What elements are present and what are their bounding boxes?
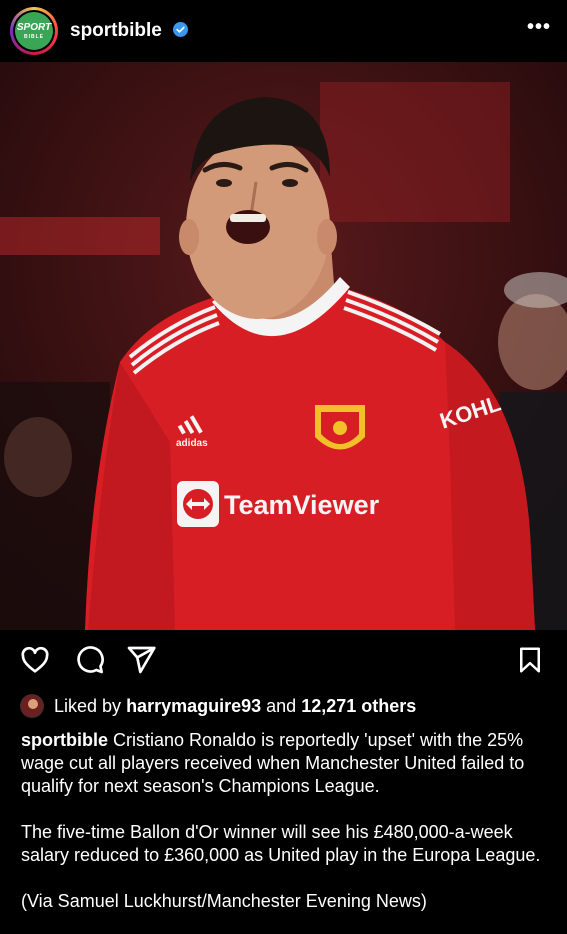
post-photo[interactable]: adidas TeamViewer KOHL bbox=[0, 62, 567, 630]
share-icon[interactable] bbox=[125, 644, 157, 676]
post-username[interactable]: sportbible bbox=[70, 20, 189, 42]
liker-avatar bbox=[20, 694, 44, 718]
post-actions bbox=[0, 640, 567, 684]
username-text: sportbible bbox=[70, 20, 162, 41]
club-crest bbox=[315, 405, 365, 450]
sportbible-logo: SPORT BIBLE bbox=[15, 12, 53, 50]
logo-text-top: SPORT bbox=[16, 21, 52, 33]
heart-icon[interactable] bbox=[19, 644, 51, 676]
photo-illustration: adidas TeamViewer KOHL bbox=[0, 62, 567, 630]
post-caption: sportbible Cristiano Ronaldo is reported… bbox=[21, 729, 551, 934]
caption-paragraph-2: The five-time Ballon d'Or winner will se… bbox=[21, 822, 541, 865]
logo-text-bottom: BIBLE bbox=[24, 33, 44, 40]
likes-and: and bbox=[266, 695, 297, 716]
verified-badge-icon bbox=[173, 22, 189, 37]
likes-others[interactable]: 12,271 others bbox=[301, 696, 416, 717]
post-header: SPORT BIBLE sportbible ••• bbox=[0, 0, 567, 62]
adidas-text: adidas bbox=[176, 438, 208, 449]
caption-paragraph-1: sportbible Cristiano Ronaldo is reported… bbox=[21, 729, 551, 798]
caption-paragraph-3: (Via Samuel Luckhurst/Manchester Evening… bbox=[21, 891, 427, 911]
avatar[interactable]: SPORT BIBLE bbox=[10, 7, 58, 55]
comment-icon[interactable] bbox=[73, 644, 105, 676]
sponsor-text: TeamViewer bbox=[224, 490, 380, 520]
caption-author[interactable]: sportbible bbox=[21, 730, 108, 750]
likes-prefix: Liked by bbox=[54, 695, 122, 716]
bookmark-icon[interactable] bbox=[515, 644, 545, 676]
likes-summary[interactable]: Liked by harrymaguire93 and 12,271 other… bbox=[20, 694, 416, 718]
avatar-inner: SPORT BIBLE bbox=[13, 10, 55, 52]
more-horizontal-icon[interactable]: ••• bbox=[527, 16, 551, 39]
likes-user[interactable]: harrymaguire93 bbox=[126, 696, 261, 717]
